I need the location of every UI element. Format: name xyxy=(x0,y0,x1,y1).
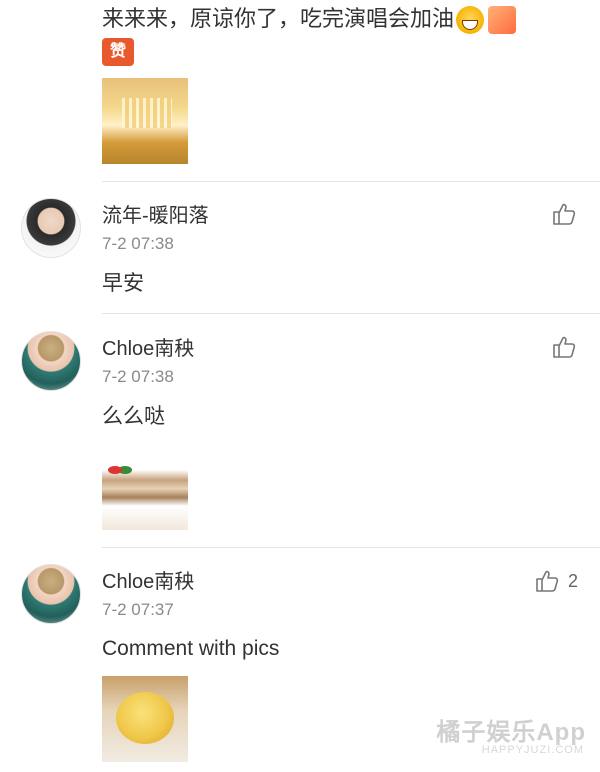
like-button[interactable] xyxy=(551,201,577,227)
comment-text: 来来来，原谅你了，吃完演唱会加油 xyxy=(102,4,517,35)
comment-text: 么么哒 xyxy=(102,405,165,428)
comment-text-content: 来来来，原谅你了，吃完演唱会加油 xyxy=(102,6,455,31)
clapping-hands-icon xyxy=(488,6,517,35)
comment-photo-bun[interactable] xyxy=(102,676,188,762)
watermark-url: HAPPYJUZI.COM xyxy=(481,744,584,756)
watermark-logo: 橘子娱乐App xyxy=(436,719,586,746)
divider xyxy=(102,181,600,182)
comment-time: 7-2 07:38 xyxy=(102,367,174,386)
comment-text: Comment with pics xyxy=(102,637,280,660)
avatar[interactable] xyxy=(21,564,81,624)
avatar[interactable] xyxy=(21,331,81,391)
thumbs-up-icon xyxy=(553,336,576,358)
commenter-name[interactable]: Chloe南秧 xyxy=(102,569,194,595)
like-button[interactable] xyxy=(551,334,577,360)
commenter-name[interactable]: Chloe南秧 xyxy=(102,336,194,362)
thumbs-up-icon xyxy=(553,203,576,225)
zan-sticker-icon: 赞 xyxy=(102,38,134,66)
like-count: 2 xyxy=(568,570,579,591)
avatar[interactable] xyxy=(21,198,81,258)
comment-time: 7-2 07:38 xyxy=(102,234,174,253)
commenter-name[interactable]: 流年-暖阳落 xyxy=(102,203,209,229)
comment-photo-pizza[interactable] xyxy=(102,78,188,164)
grinning-face-icon xyxy=(456,6,485,35)
comment-text: 早安 xyxy=(102,272,144,295)
thumbs-up-icon xyxy=(536,570,559,592)
comment-time: 7-2 07:37 xyxy=(102,600,174,619)
divider xyxy=(102,547,600,548)
comment-photo-cake[interactable] xyxy=(102,444,188,530)
like-button[interactable]: 2 xyxy=(534,568,578,594)
divider xyxy=(102,313,600,314)
